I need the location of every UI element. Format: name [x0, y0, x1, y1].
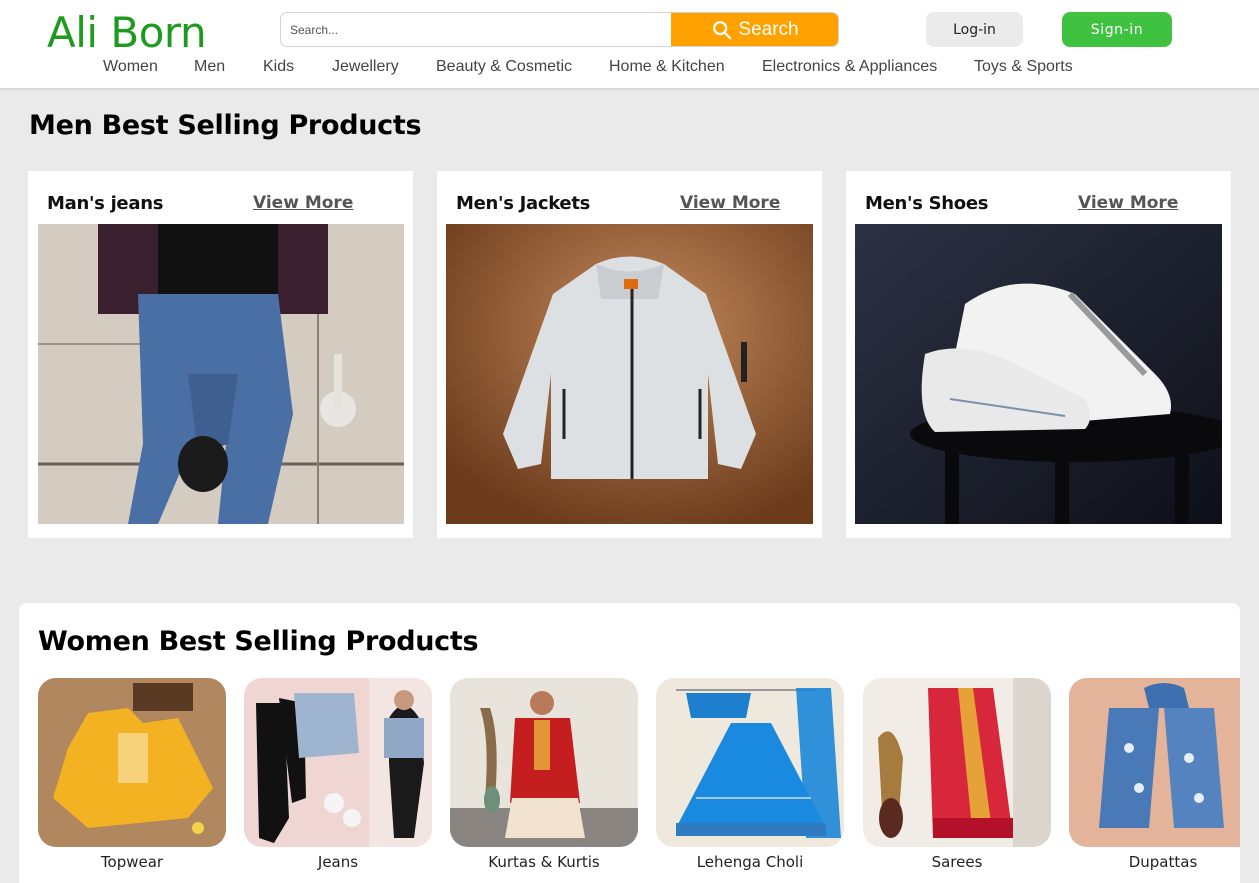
nav-item-women[interactable]: Women — [103, 57, 158, 77]
women-category-label: Topwear — [100, 853, 164, 871]
product-card-men-shoes: Men's Shoes View More — [846, 171, 1231, 538]
site-header: Ali Born Search Log-in Sign-in Women Men… — [0, 0, 1259, 89]
signin-button[interactable]: Sign-in — [1062, 12, 1172, 47]
women-category-label: Dupattas — [1128, 853, 1198, 871]
search-input[interactable] — [281, 13, 672, 46]
women-category-label: Lehenga Choli — [696, 853, 804, 871]
search-bar: Search — [280, 12, 839, 47]
man-jeans-image[interactable] — [38, 224, 404, 524]
women-section-title: Women Best Selling Products — [38, 626, 479, 657]
site-logo[interactable]: Ali Born — [47, 8, 207, 58]
nav-item-men[interactable]: Men — [194, 57, 225, 77]
women-category-jeans[interactable]: Jeans — [244, 678, 432, 871]
nav-item-electronics-appliances[interactable]: Electronics & Appliances — [762, 57, 937, 77]
women-category-label: Jeans — [317, 853, 359, 871]
nav-item-jewellery[interactable]: Jewellery — [332, 57, 399, 77]
women-category-lehenga-choli[interactable]: Lehenga Choli — [656, 678, 844, 871]
women-category-dupattas[interactable]: Dupattas — [1069, 678, 1240, 871]
women-category-label: Kurtas & Kurtis — [488, 853, 600, 871]
category-nav: Women Men Kids Jewellery Beauty & Cosmet… — [0, 57, 1259, 79]
search-button-label: Search — [738, 18, 799, 40]
nav-item-home-kitchen[interactable]: Home & Kitchen — [609, 57, 725, 77]
product-card-men-jackets: Men's Jackets View More — [437, 171, 822, 538]
nav-item-beauty-cosmetic[interactable]: Beauty & Cosmetic — [436, 57, 572, 77]
kurta-image[interactable] — [450, 678, 638, 847]
search-button[interactable]: Search — [671, 13, 838, 46]
product-card-men-jeans: Man's jeans View More — [28, 171, 413, 538]
view-more-link[interactable]: View More — [253, 193, 353, 213]
search-icon — [713, 20, 732, 39]
jeans-image[interactable] — [244, 678, 432, 847]
card-title: Man's jeans — [47, 193, 164, 214]
view-more-link[interactable]: View More — [680, 193, 780, 213]
women-category-topwear[interactable]: Topwear — [38, 678, 226, 871]
lehenga-image[interactable] — [656, 678, 844, 847]
men-section-title: Men Best Selling Products — [29, 110, 422, 141]
card-title: Men's Jackets — [456, 193, 591, 214]
view-more-link[interactable]: View More — [1078, 193, 1178, 213]
jacket-image[interactable] — [446, 224, 813, 524]
women-category-kurtas-kurtis[interactable]: Kurtas & Kurtis — [450, 678, 638, 871]
shoes-image[interactable] — [855, 224, 1222, 524]
login-button[interactable]: Log-in — [926, 12, 1023, 47]
nav-item-kids[interactable]: Kids — [263, 57, 294, 77]
nav-item-toys-sports[interactable]: Toys & Sports — [974, 57, 1073, 77]
card-title: Men's Shoes — [865, 193, 989, 214]
women-section: Women Best Selling Products Topwear Jean… — [19, 603, 1240, 883]
women-category-label: Sarees — [931, 853, 983, 871]
topwear-image[interactable] — [38, 678, 226, 847]
dupatta-image[interactable] — [1069, 678, 1240, 847]
women-category-sarees[interactable]: Sarees — [863, 678, 1051, 871]
saree-image[interactable] — [863, 678, 1051, 847]
